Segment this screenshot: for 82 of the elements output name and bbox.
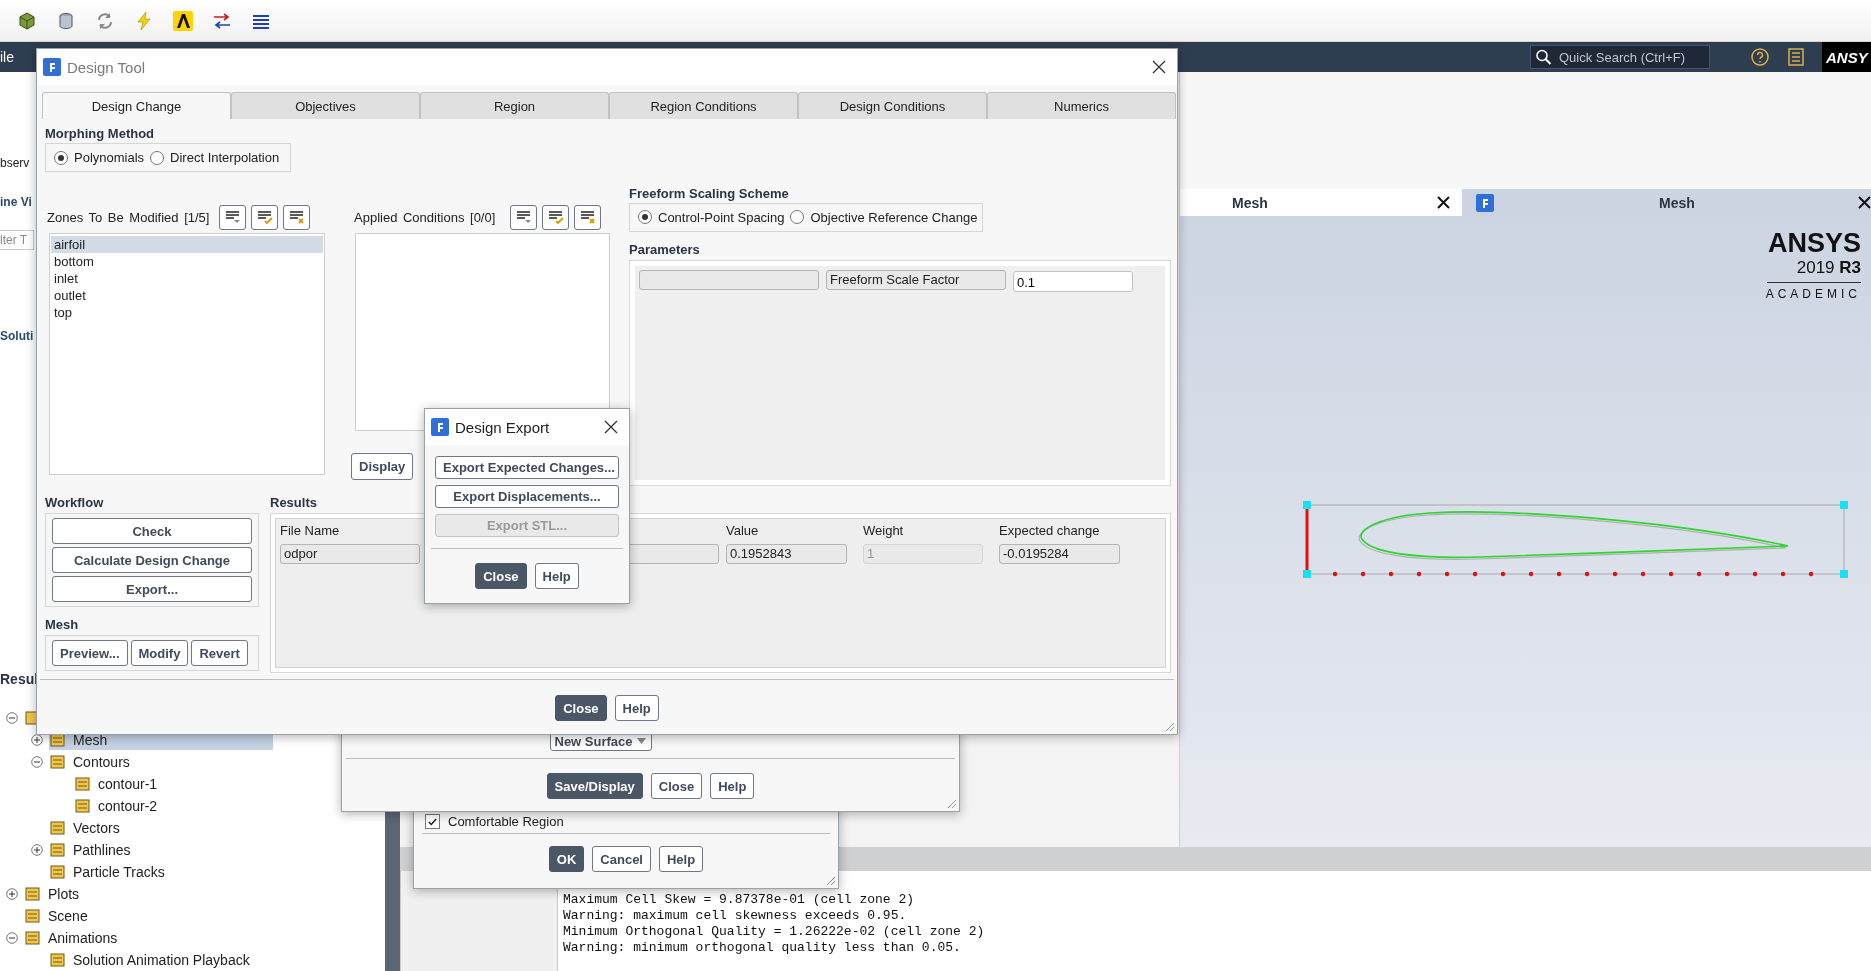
primary-button[interactable]: Close (555, 695, 607, 721)
window-title: Design Tool (67, 58, 146, 76)
dialog-button[interactable]: Help (614, 695, 659, 721)
dialog-button[interactable]: Cancel (592, 846, 651, 872)
list-item[interactable]: inlet (51, 270, 323, 287)
console-line: Maximum Cell Skew = 9.87378e-01 (cell zone 2) (563, 892, 916, 908)
filter-field[interactable]: lter T (0, 230, 34, 250)
section-label: Mesh (45, 617, 79, 632)
result-field: 0.1952843 (726, 544, 847, 564)
dialog-button[interactable]: Help (534, 563, 579, 589)
brand-logo: ANSY (1822, 42, 1871, 72)
console-line: Minimum Orthogonal Quality = 1.26222e-02 (cell zone 2) (563, 924, 986, 940)
tree-item[interactable]: contour-1 (74, 774, 298, 794)
primary-button[interactable]: OK (548, 846, 585, 872)
mesh-button[interactable]: Revert (191, 640, 248, 666)
tree-item[interactable]: Particle Tracks (49, 862, 273, 882)
list-item[interactable]: airfoil (51, 236, 323, 253)
console-line: Warning: minimum orthogonal quality less than 0.05. (563, 940, 962, 956)
tab[interactable]: Region Conditions (609, 92, 798, 119)
primary-button[interactable]: Close (475, 563, 527, 589)
list-item[interactable]: top (51, 304, 323, 321)
mesh-button[interactable]: Preview... (52, 640, 128, 666)
list-label: Zones To Be Modified [1/5] (47, 209, 210, 225)
result-field: 1 (863, 544, 983, 564)
parameter-name: Freeform Scale Factor (826, 269, 1006, 290)
tab[interactable]: Region (420, 92, 609, 119)
tree-item[interactable]: contour-2 (74, 796, 298, 816)
list-item[interactable]: outlet (51, 287, 323, 304)
result-field: -0.0195284 (999, 544, 1120, 564)
mesh-button[interactable]: Modify (130, 640, 189, 666)
workflow-button[interactable]: Export... (52, 576, 252, 602)
section-heading: Soluti (0, 328, 34, 345)
radio-option[interactable]: Direct Interpolation (150, 150, 280, 165)
graphics-viewport[interactable]: ANSYS 2019 R3 ACADEMIC (1180, 216, 1871, 847)
checkbox-label: Comfortable Region (448, 814, 564, 829)
primary-button[interactable]: Save/Display (546, 773, 643, 799)
tab[interactable]: Design Change (42, 92, 231, 119)
dialog-button[interactable]: Close (650, 773, 703, 799)
tree-item[interactable]: Animations (24, 928, 248, 948)
tree-item[interactable]: Contours (49, 752, 273, 772)
tree-item[interactable]: Pathlines (49, 840, 273, 860)
graphics-tab[interactable]: Mesh (1462, 189, 1871, 216)
console-line: Warning: maximum cell skewness exceeds 0.95. (563, 908, 908, 924)
section-heading: ine Vi (0, 194, 32, 211)
tree-item[interactable]: Vectors (49, 818, 273, 838)
export-button[interactable]: Export Expected Changes... (435, 456, 619, 479)
logo-version: 2019 R3 (1766, 258, 1861, 283)
radio-option[interactable]: Objective Reference Change (790, 209, 978, 225)
value-input[interactable]: 0.1 (1013, 270, 1133, 292)
list-label: Applied Conditions [0/0] (354, 209, 496, 225)
radio-option[interactable]: Polynomials (54, 150, 145, 165)
tree-item[interactable]: Plots (24, 884, 248, 904)
logo-edition: ACADEMIC (1765, 287, 1861, 301)
section-label: Freeform Scaling Scheme (629, 186, 789, 201)
workflow-button[interactable]: Check (52, 518, 252, 544)
graphics-tab[interactable]: Mesh (1180, 189, 1462, 216)
dialog-button[interactable]: Help (659, 846, 704, 872)
export-button[interactable]: Export Displacements... (435, 485, 619, 508)
result-field: odpor (280, 544, 420, 564)
dialog-button[interactable]: Help (710, 773, 755, 799)
section-label: Workflow (45, 495, 104, 510)
column-heading: Value (726, 523, 760, 539)
tab[interactable]: Numerics (987, 92, 1176, 119)
list-item[interactable]: bottom (51, 253, 323, 270)
search-field[interactable]: Quick Search (Ctrl+F) (1530, 45, 1710, 69)
tab[interactable]: Design Conditions (798, 92, 987, 119)
column-heading: Weight (863, 523, 905, 539)
radio-option[interactable]: Control-Point Spacing (638, 209, 785, 225)
column-heading: File Name (280, 523, 341, 539)
section-label: Morphing Method (45, 126, 155, 141)
workflow-button[interactable]: Calculate Design Change (52, 547, 252, 573)
column-heading: Expected change (999, 523, 1101, 539)
tree-item[interactable]: Solution Animation Playback (49, 950, 273, 970)
display-button[interactable]: Display (351, 453, 414, 480)
tree-item[interactable]: Scene (24, 906, 248, 926)
tab[interactable]: Objectives (231, 92, 420, 119)
logo-title: ANSYS (1767, 228, 1861, 258)
file-menu[interactable]: ile (0, 49, 14, 65)
window-title: Design Export (455, 418, 550, 436)
section-label: Results (270, 495, 317, 510)
section-label: Parameters (629, 241, 700, 257)
tree-label: bserv (0, 155, 30, 172)
